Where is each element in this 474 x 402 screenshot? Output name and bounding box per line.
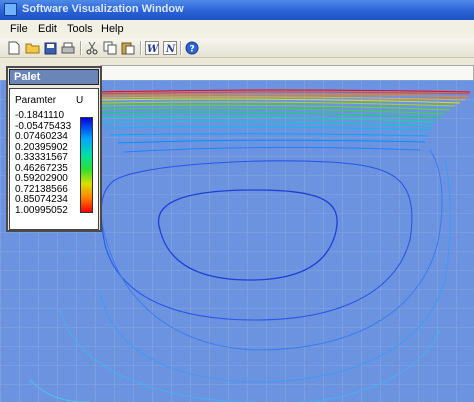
palette-header[interactable]: Palet [9, 69, 99, 85]
n-tool-icon[interactable]: N [162, 40, 178, 56]
w-tool-icon[interactable]: W [144, 40, 160, 56]
new-file-icon[interactable] [6, 40, 22, 56]
legend-value: 0.33331567 [15, 152, 68, 163]
toolbar-separator [180, 41, 181, 55]
print-icon[interactable] [60, 40, 76, 56]
menu-edit[interactable]: Edit [38, 23, 57, 35]
menu-tools[interactable]: Tools [67, 23, 93, 35]
svg-text:W: W [147, 44, 159, 55]
palette-body: Paramter U -0.1841110 -0.05475433 0.0746… [9, 88, 99, 230]
menu-help[interactable]: Help [101, 23, 124, 35]
app-icon [4, 3, 17, 16]
palette-panel[interactable]: Palet Paramter U -0.1841110 -0.05475433 … [6, 66, 102, 232]
save-icon[interactable] [42, 40, 58, 56]
svg-text:?: ? [190, 45, 195, 55]
title-bar: Software Visualization Window [0, 0, 474, 20]
legend-value: -0.1841110 [15, 110, 65, 121]
legend-value: 0.85074234 [15, 194, 68, 205]
variable-label: U [76, 95, 84, 106]
cut-icon[interactable] [84, 40, 100, 56]
parameter-label: Paramter [15, 95, 57, 106]
paste-icon[interactable] [120, 40, 136, 56]
svg-text:N: N [165, 44, 176, 55]
menu-file[interactable]: File [10, 23, 28, 35]
palette-title: Palet [14, 71, 41, 83]
toolbar-separator [80, 41, 81, 55]
legend-value: 0.59202900 [15, 173, 68, 184]
color-scale-bar [80, 117, 93, 213]
help-icon[interactable]: ? [184, 40, 200, 56]
open-folder-icon[interactable] [24, 40, 40, 56]
document-tab[interactable] [100, 65, 474, 80]
legend-value: 0.07460234 [15, 131, 68, 142]
legend-values: -0.1841110 -0.05475433 0.07460234 0.2039… [15, 110, 71, 216]
copy-icon[interactable] [102, 40, 118, 56]
toolbar: W N ? [0, 38, 474, 58]
window-title: Software Visualization Window [22, 3, 184, 15]
toolbar-separator [140, 41, 141, 55]
menu-bar: File Edit Tools Help [0, 20, 474, 38]
legend-value: 1.00995052 [15, 204, 68, 216]
